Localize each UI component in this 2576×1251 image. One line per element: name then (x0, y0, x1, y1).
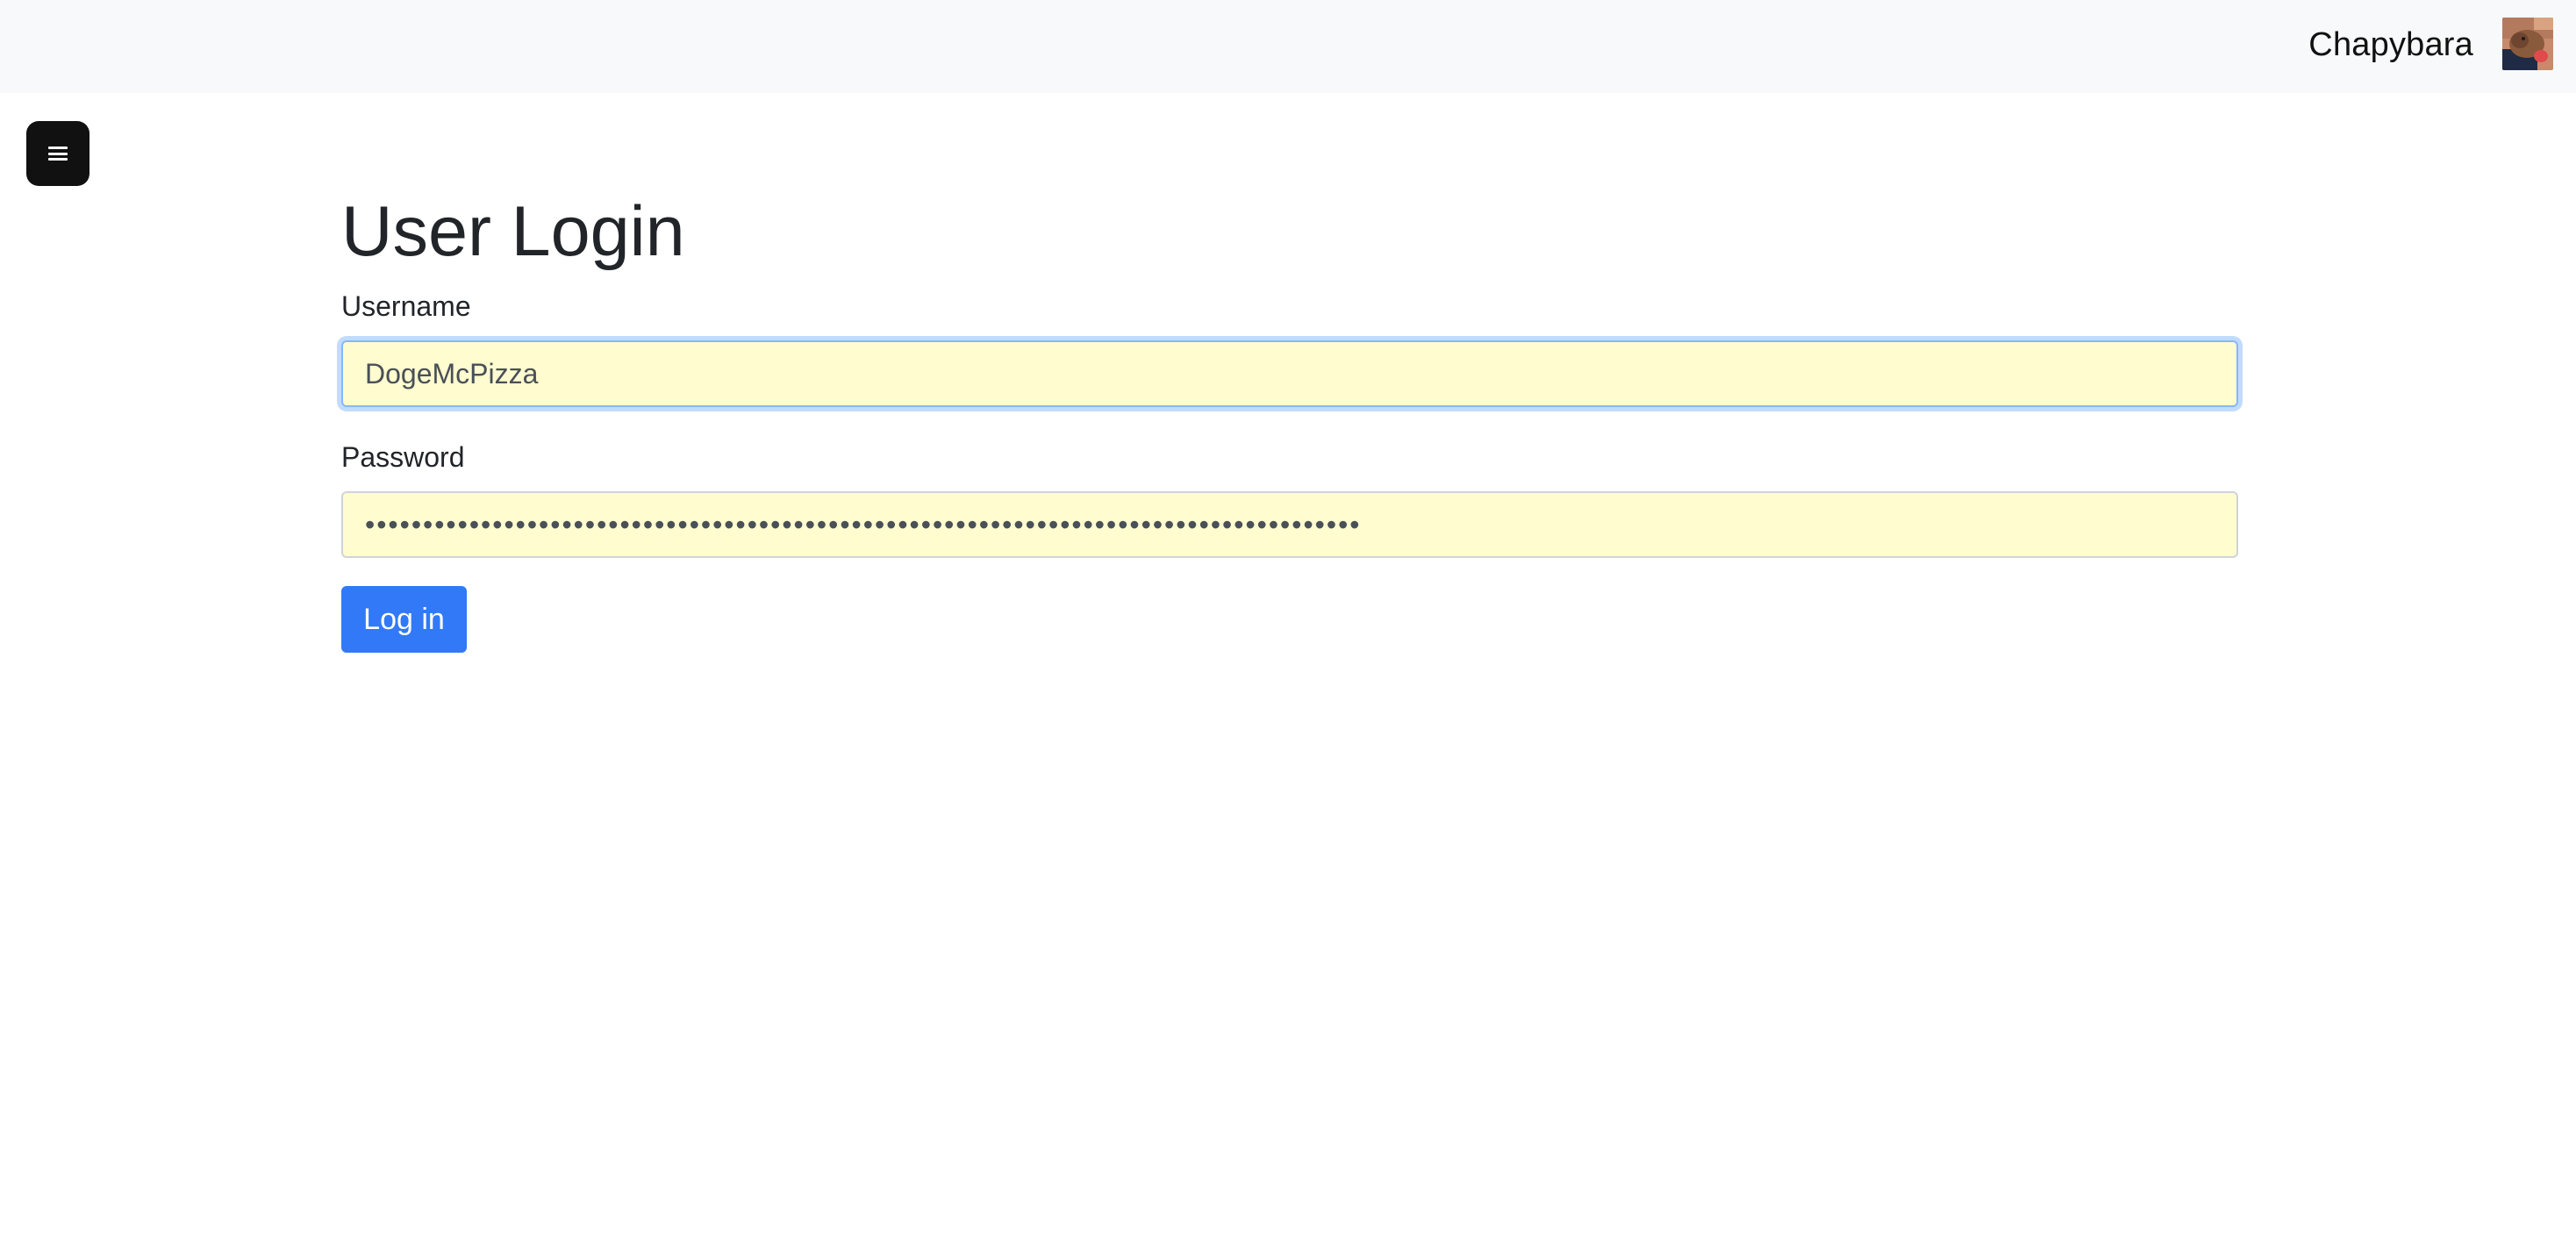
menu-toggle-button[interactable] (26, 121, 89, 186)
password-label: Password (341, 441, 465, 473)
username-label: Username (341, 290, 471, 322)
username-input[interactable] (341, 340, 2238, 407)
login-button[interactable]: Log in (341, 586, 467, 653)
top-navbar: Chapybara (0, 0, 2576, 93)
page-title: User Login (341, 192, 685, 271)
brand-name[interactable]: Chapybara (2308, 23, 2473, 67)
password-input[interactable] (341, 491, 2238, 558)
hamburger-menu-icon (48, 147, 68, 161)
user-avatar[interactable] (2502, 18, 2553, 70)
capybara-avatar-icon (2502, 18, 2553, 70)
